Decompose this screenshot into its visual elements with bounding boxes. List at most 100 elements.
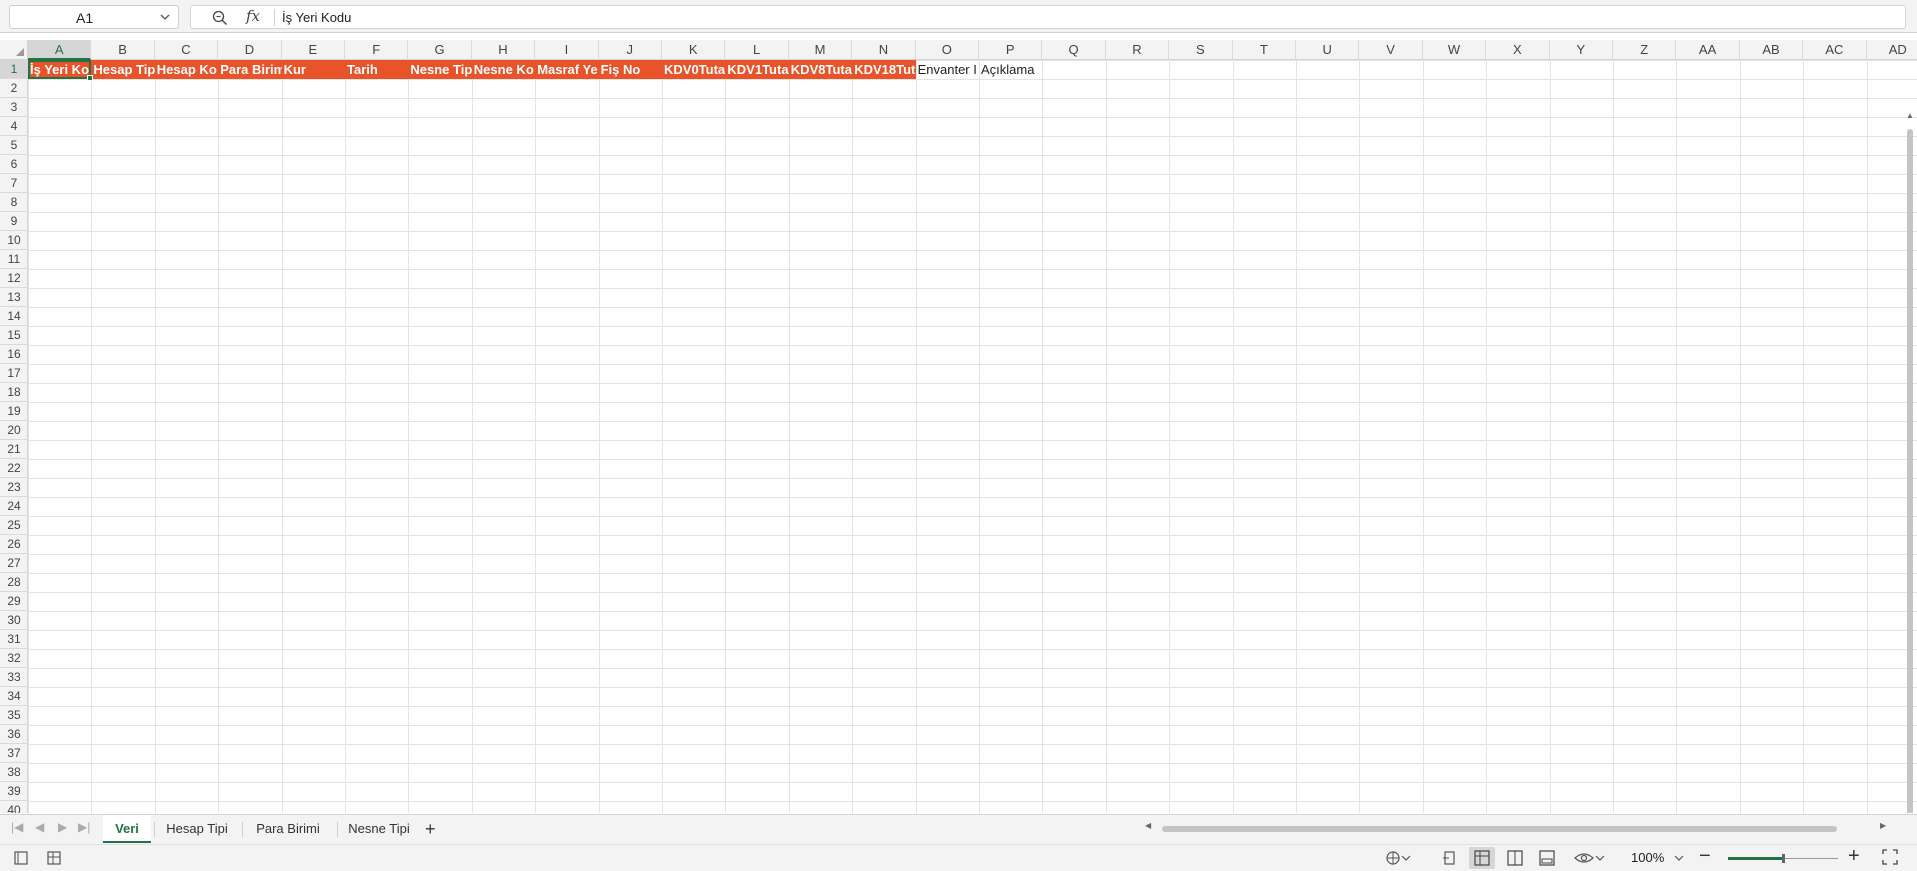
formula-input-area[interactable]: fx İş Yeri Kodu bbox=[190, 5, 1906, 29]
row-header-10[interactable]: 10 bbox=[0, 231, 28, 250]
column-header-t[interactable]: T bbox=[1233, 40, 1296, 60]
column-header-z[interactable]: Z bbox=[1613, 40, 1677, 60]
cell-m1[interactable]: KDV8Tuta bbox=[788, 60, 853, 79]
cell-k1[interactable]: KDV0Tuta bbox=[662, 60, 726, 79]
scroll-up-icon[interactable]: ▲ bbox=[1906, 111, 1914, 120]
column-header-ab[interactable]: AB bbox=[1740, 40, 1804, 60]
row-header-2[interactable]: 2 bbox=[0, 79, 28, 98]
row-header-17[interactable]: 17 bbox=[0, 364, 28, 383]
cell-e1[interactable]: Kur bbox=[281, 60, 345, 79]
row-header-38[interactable]: 38 bbox=[0, 763, 28, 782]
column-header-b[interactable]: B bbox=[91, 40, 155, 60]
row-header-22[interactable]: 22 bbox=[0, 459, 28, 478]
row-header-24[interactable]: 24 bbox=[0, 497, 28, 516]
zoom-search-icon[interactable] bbox=[211, 9, 229, 27]
row-header-7[interactable]: 7 bbox=[0, 174, 28, 193]
row-header-19[interactable]: 19 bbox=[0, 402, 28, 421]
row-header-8[interactable]: 8 bbox=[0, 193, 28, 212]
column-header-d[interactable]: D bbox=[218, 40, 282, 60]
horizontal-scroll-thumb[interactable] bbox=[1162, 826, 1837, 832]
column-header-i[interactable]: I bbox=[535, 40, 599, 60]
chevron-down-icon[interactable] bbox=[1400, 849, 1412, 867]
row-header-29[interactable]: 29 bbox=[0, 592, 28, 611]
column-header-y[interactable]: Y bbox=[1550, 40, 1613, 60]
cell-o1[interactable]: Envanter I bbox=[916, 60, 979, 79]
row-header-1[interactable]: 1 bbox=[0, 60, 28, 79]
zoom-in-button[interactable]: + bbox=[1848, 845, 1860, 868]
workbook-stats-icon[interactable] bbox=[45, 849, 63, 867]
next-sheet-icon[interactable]: ▶ bbox=[58, 820, 67, 834]
row-header-11[interactable]: 11 bbox=[0, 250, 28, 269]
row-header-6[interactable]: 6 bbox=[0, 155, 28, 174]
column-header-p[interactable]: P bbox=[979, 40, 1043, 60]
column-header-x[interactable]: X bbox=[1486, 40, 1550, 60]
row-header-18[interactable]: 18 bbox=[0, 383, 28, 402]
row-header-3[interactable]: 3 bbox=[0, 98, 28, 117]
row-header-35[interactable]: 35 bbox=[0, 706, 28, 725]
cell-n1[interactable]: KDV18Tut bbox=[852, 60, 916, 79]
row-header-32[interactable]: 32 bbox=[0, 649, 28, 668]
sheet-tab-veri[interactable]: Veri bbox=[103, 815, 151, 843]
normal-view-button[interactable] bbox=[1469, 847, 1495, 869]
cell-i1[interactable]: Masraf Ye bbox=[535, 60, 599, 79]
row-header-14[interactable]: 14 bbox=[0, 307, 28, 326]
row-header-36[interactable]: 36 bbox=[0, 725, 28, 744]
row-header-28[interactable]: 28 bbox=[0, 573, 28, 592]
column-header-j[interactable]: J bbox=[599, 40, 662, 60]
zoom-slider-thumb[interactable] bbox=[1782, 854, 1785, 863]
row-header-20[interactable]: 20 bbox=[0, 421, 28, 440]
cell-f1[interactable]: Tarih bbox=[345, 60, 409, 79]
column-header-f[interactable]: F bbox=[345, 40, 409, 60]
chevron-down-icon[interactable] bbox=[158, 10, 172, 24]
column-header-s[interactable]: S bbox=[1169, 40, 1233, 60]
column-header-h[interactable]: H bbox=[472, 40, 536, 60]
name-box[interactable]: A1 bbox=[9, 5, 179, 29]
row-header-34[interactable]: 34 bbox=[0, 687, 28, 706]
prev-sheet-icon[interactable]: ◀ bbox=[35, 820, 44, 834]
column-header-o[interactable]: O bbox=[916, 40, 979, 60]
sheet-tab-para-birimi[interactable]: Para Birimi bbox=[245, 815, 331, 843]
add-sheet-button[interactable]: + bbox=[425, 819, 436, 840]
row-header-15[interactable]: 15 bbox=[0, 326, 28, 345]
column-header-g[interactable]: G bbox=[408, 40, 472, 60]
page-break-view-button[interactable] bbox=[1534, 847, 1560, 869]
column-header-a[interactable]: A bbox=[28, 40, 92, 60]
first-sheet-icon[interactable]: |◀ bbox=[11, 820, 23, 834]
fullscreen-icon[interactable] bbox=[1882, 849, 1898, 865]
column-header-q[interactable]: Q bbox=[1042, 40, 1106, 60]
page-setup-icon[interactable] bbox=[1440, 849, 1458, 867]
row-header-33[interactable]: 33 bbox=[0, 668, 28, 687]
chevron-down-icon[interactable] bbox=[1673, 851, 1685, 865]
eye-icon[interactable] bbox=[1573, 849, 1595, 867]
cell-g1[interactable]: Nesne Tip bbox=[408, 60, 472, 79]
row-header-39[interactable]: 39 bbox=[0, 782, 28, 801]
column-header-aa[interactable]: AA bbox=[1676, 40, 1740, 60]
column-header-l[interactable]: L bbox=[725, 40, 789, 60]
cell-b1[interactable]: Hesap Tip bbox=[91, 60, 155, 79]
zoom-level[interactable]: 100% bbox=[1631, 850, 1664, 865]
column-header-k[interactable]: K bbox=[662, 40, 726, 60]
formula-value[interactable]: İş Yeri Kodu bbox=[282, 10, 351, 25]
cell-c1[interactable]: Hesap Ko bbox=[154, 60, 219, 79]
fill-handle[interactable] bbox=[87, 75, 94, 81]
scroll-left-icon[interactable]: ◀ bbox=[1145, 821, 1151, 830]
row-header-37[interactable]: 37 bbox=[0, 744, 28, 763]
row-header-12[interactable]: 12 bbox=[0, 269, 28, 288]
row-header-9[interactable]: 9 bbox=[0, 212, 28, 231]
row-header-13[interactable]: 13 bbox=[0, 288, 28, 307]
row-header-23[interactable]: 23 bbox=[0, 478, 28, 497]
horizontal-scrollbar[interactable]: ◀ ▶ bbox=[1130, 821, 1900, 837]
row-header-5[interactable]: 5 bbox=[0, 136, 28, 155]
cell-mode-icon[interactable] bbox=[12, 849, 30, 867]
row-header-4[interactable]: 4 bbox=[0, 117, 28, 136]
column-header-r[interactable]: R bbox=[1106, 40, 1170, 60]
cell-d1[interactable]: Para Birim bbox=[218, 60, 282, 79]
cell-l1[interactable]: KDV1Tuta bbox=[725, 60, 789, 79]
column-header-n[interactable]: N bbox=[852, 40, 916, 60]
row-header-26[interactable]: 26 bbox=[0, 535, 28, 554]
row-header-25[interactable]: 25 bbox=[0, 516, 28, 535]
scroll-right-icon[interactable]: ▶ bbox=[1880, 821, 1886, 830]
vertical-scroll-thumb[interactable] bbox=[1907, 129, 1913, 813]
column-header-v[interactable]: V bbox=[1359, 40, 1423, 60]
row-header-31[interactable]: 31 bbox=[0, 630, 28, 649]
